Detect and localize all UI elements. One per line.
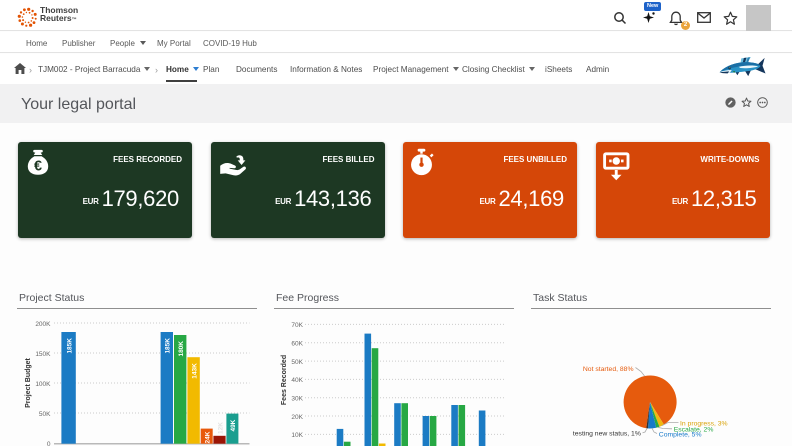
svg-text:10K: 10K xyxy=(291,432,303,439)
svg-text:185K: 185K xyxy=(165,338,172,354)
svg-text:180K: 180K xyxy=(178,341,185,357)
svg-text:testing new status, 1%: testing new status, 1% xyxy=(573,431,641,438)
svg-text:60K: 60K xyxy=(291,341,303,348)
svg-text:Not started, 88%: Not started, 88% xyxy=(583,366,634,373)
svg-text:185K: 185K xyxy=(66,338,73,354)
svg-text:Fees Recorded: Fees Recorded xyxy=(281,355,288,405)
svg-text:Complete, 5%: Complete, 5% xyxy=(659,431,702,438)
svg-text:Project Budget: Project Budget xyxy=(25,357,32,407)
svg-text:20K: 20K xyxy=(291,414,303,421)
svg-text:50K: 50K xyxy=(39,411,51,418)
svg-text:30K: 30K xyxy=(291,396,303,403)
svg-text:143K: 143K xyxy=(191,363,198,379)
svg-text:12K: 12K xyxy=(217,422,224,434)
svg-text:70K: 70K xyxy=(291,322,303,329)
svg-text:200K: 200K xyxy=(35,321,51,328)
svg-text:49K: 49K xyxy=(230,419,237,431)
svg-text:40K: 40K xyxy=(291,377,303,384)
svg-text:24K: 24K xyxy=(205,431,212,443)
svg-text:150K: 150K xyxy=(35,351,51,358)
svg-text:100K: 100K xyxy=(35,381,51,388)
svg-text:0: 0 xyxy=(47,441,51,446)
svg-text:50K: 50K xyxy=(291,359,303,366)
